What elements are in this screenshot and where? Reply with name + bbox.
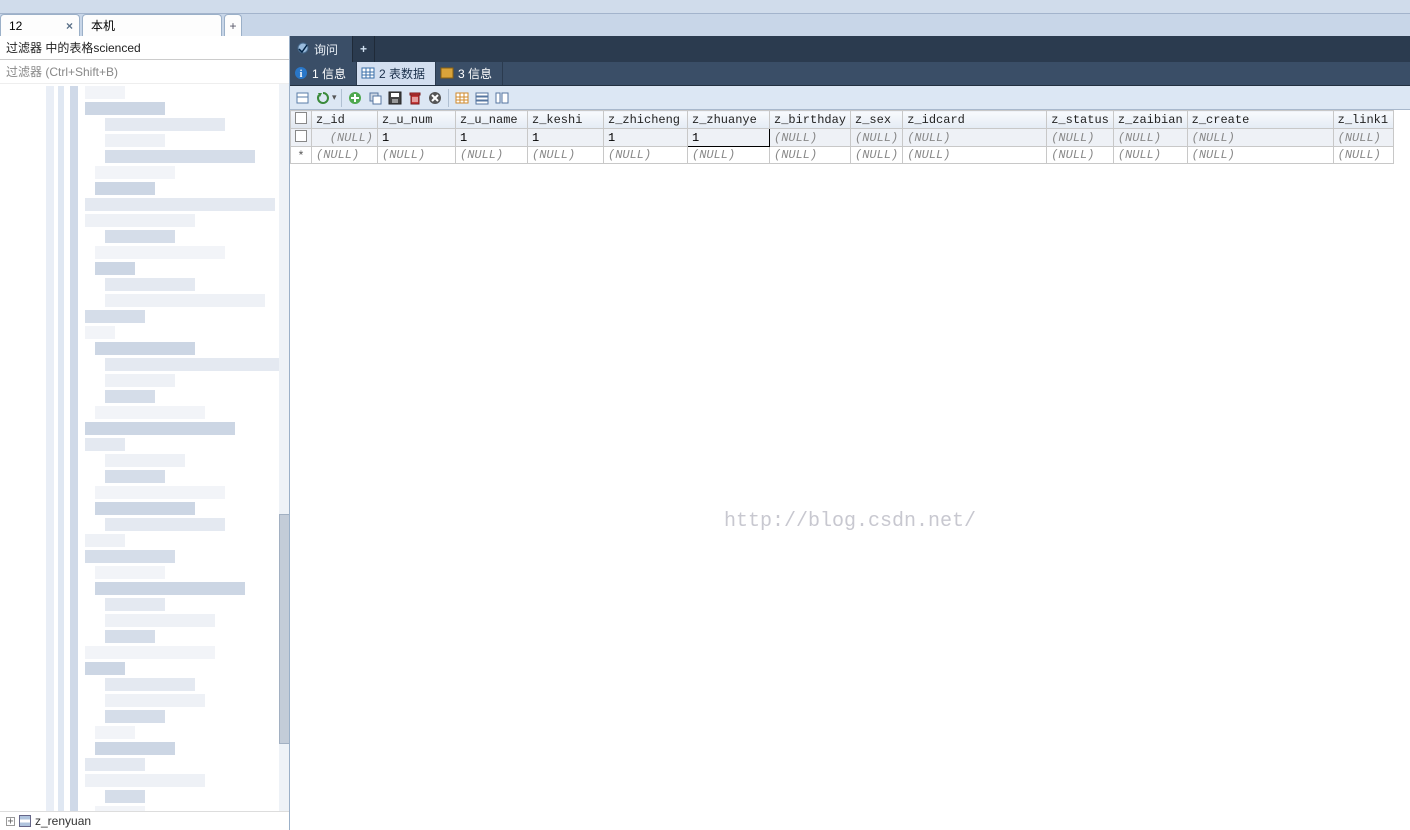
session-tabs: 12 × 本机 +	[0, 14, 1410, 36]
session-tab-local[interactable]: 本机	[82, 14, 222, 36]
session-tab-label: 本机	[91, 17, 115, 34]
cell[interactable]: (NULL)	[770, 129, 851, 147]
tree-footer: + z_renyuan	[0, 811, 289, 830]
cell[interactable]: 1	[456, 129, 528, 147]
query-tabs: 询问 +	[290, 36, 1410, 62]
column-header[interactable]: z_zaibian	[1113, 111, 1187, 129]
row-marker[interactable]	[291, 129, 312, 147]
cell[interactable]: 1	[528, 129, 604, 147]
cell[interactable]: (NULL)	[903, 147, 1047, 164]
cell[interactable]: (NULL)	[378, 147, 456, 164]
session-tab-label: 12	[9, 19, 22, 33]
cell[interactable]: 1	[688, 129, 770, 147]
query-tab-label: 询问	[314, 41, 338, 58]
table-icon	[19, 815, 31, 827]
grid-icon	[361, 66, 375, 80]
column-header[interactable]: z_status	[1047, 111, 1114, 129]
database-tree[interactable]	[0, 84, 289, 811]
column-header[interactable]: z_link1	[1333, 111, 1393, 129]
data-grid[interactable]: z_idz_u_numz_u_namez_keshiz_zhichengz_zh…	[290, 110, 1410, 830]
new-session-button[interactable]: +	[224, 14, 242, 36]
subtab-label: 3 信息	[458, 65, 492, 82]
query-icon	[296, 41, 310, 55]
cancel-button[interactable]	[426, 89, 444, 107]
select-all-checkbox[interactable]	[291, 111, 312, 129]
session-tab-12[interactable]: 12 ×	[0, 14, 80, 36]
duplicate-row-button[interactable]	[366, 89, 384, 107]
column-header[interactable]: z_birthday	[770, 111, 851, 129]
cell[interactable]: (NULL)	[1113, 147, 1187, 164]
cell[interactable]: (NULL)	[312, 129, 378, 147]
cell[interactable]: 1	[378, 129, 456, 147]
column-header[interactable]: z_u_name	[456, 111, 528, 129]
tree-item-label[interactable]: z_renyuan	[35, 814, 91, 828]
cell[interactable]: (NULL)	[851, 147, 903, 164]
dropdown-icon[interactable]: ▾	[332, 92, 337, 103]
expand-icon[interactable]: +	[6, 817, 15, 826]
cell[interactable]: (NULL)	[1047, 147, 1114, 164]
cell[interactable]: 1	[604, 129, 688, 147]
new-query-button[interactable]: +	[353, 36, 375, 62]
limit-rows-button[interactable]	[294, 89, 312, 107]
table-row[interactable]: *(NULL)(NULL)(NULL)(NULL)(NULL)(NULL)(NU…	[291, 147, 1394, 164]
content-area: 询问 + i 1 信息 2 表数据 3 信息	[290, 36, 1410, 830]
column-header[interactable]: z_id	[312, 111, 378, 129]
query-tab[interactable]: 询问	[290, 36, 353, 62]
sidebar-header: 过滤器 中的表格scienced	[0, 36, 289, 60]
sidebar: 过滤器 中的表格scienced 过滤器 (Ctrl+Shift+B) + z_…	[0, 36, 290, 830]
cell[interactable]: (NULL)	[528, 147, 604, 164]
subtab-tabledata[interactable]: 2 表数据	[357, 62, 436, 85]
column-header[interactable]: z_sex	[851, 111, 903, 129]
column-header[interactable]: z_keshi	[528, 111, 604, 129]
table-row[interactable]: (NULL)11111(NULL)(NULL)(NULL)(NULL)(NULL…	[291, 129, 1394, 147]
cell[interactable]: (NULL)	[688, 147, 770, 164]
column-header[interactable]: z_create	[1187, 111, 1333, 129]
cell[interactable]: (NULL)	[1333, 147, 1393, 164]
info3-icon	[440, 66, 454, 80]
delete-row-button[interactable]	[406, 89, 424, 107]
cell[interactable]: (NULL)	[1187, 147, 1333, 164]
cell[interactable]: (NULL)	[1333, 129, 1393, 147]
view-grid-button[interactable]	[453, 89, 471, 107]
subtab-info1[interactable]: i 1 信息	[290, 62, 357, 85]
grid-toolbar: ▾	[290, 86, 1410, 110]
svg-text:i: i	[300, 69, 303, 80]
cell[interactable]: (NULL)	[1187, 129, 1333, 147]
cell[interactable]: (NULL)	[903, 129, 1047, 147]
sidebar-filter-input[interactable]: 过滤器 (Ctrl+Shift+B)	[0, 60, 289, 84]
cell[interactable]: (NULL)	[770, 147, 851, 164]
info-icon: i	[294, 66, 308, 80]
watermark: http://blog.csdn.net/	[724, 510, 976, 533]
save-button[interactable]	[386, 89, 404, 107]
subtab-info3[interactable]: 3 信息	[436, 62, 503, 85]
app-icon-toolbar	[0, 0, 1410, 14]
cell[interactable]: (NULL)	[312, 147, 378, 164]
column-header[interactable]: z_idcard	[903, 111, 1047, 129]
subtab-label: 2 表数据	[379, 65, 425, 82]
column-header[interactable]: z_zhicheng	[604, 111, 688, 129]
column-header[interactable]: z_u_num	[378, 111, 456, 129]
add-row-button[interactable]	[346, 89, 364, 107]
cell[interactable]: (NULL)	[851, 129, 903, 147]
row-marker[interactable]: *	[291, 147, 312, 164]
scrollbar[interactable]	[279, 84, 289, 811]
subtab-label: 1 信息	[312, 65, 346, 82]
cell[interactable]: (NULL)	[1047, 129, 1114, 147]
view-form-button[interactable]	[473, 89, 491, 107]
cell[interactable]: (NULL)	[604, 147, 688, 164]
column-header[interactable]: z_zhuanye	[688, 111, 770, 129]
refresh-button[interactable]	[314, 89, 332, 107]
cell[interactable]: (NULL)	[456, 147, 528, 164]
result-subtabs: i 1 信息 2 表数据 3 信息	[290, 62, 1410, 86]
close-icon[interactable]: ×	[66, 19, 73, 33]
scrollbar-thumb[interactable]	[279, 514, 289, 744]
cell[interactable]: (NULL)	[1113, 129, 1187, 147]
view-text-button[interactable]	[493, 89, 511, 107]
